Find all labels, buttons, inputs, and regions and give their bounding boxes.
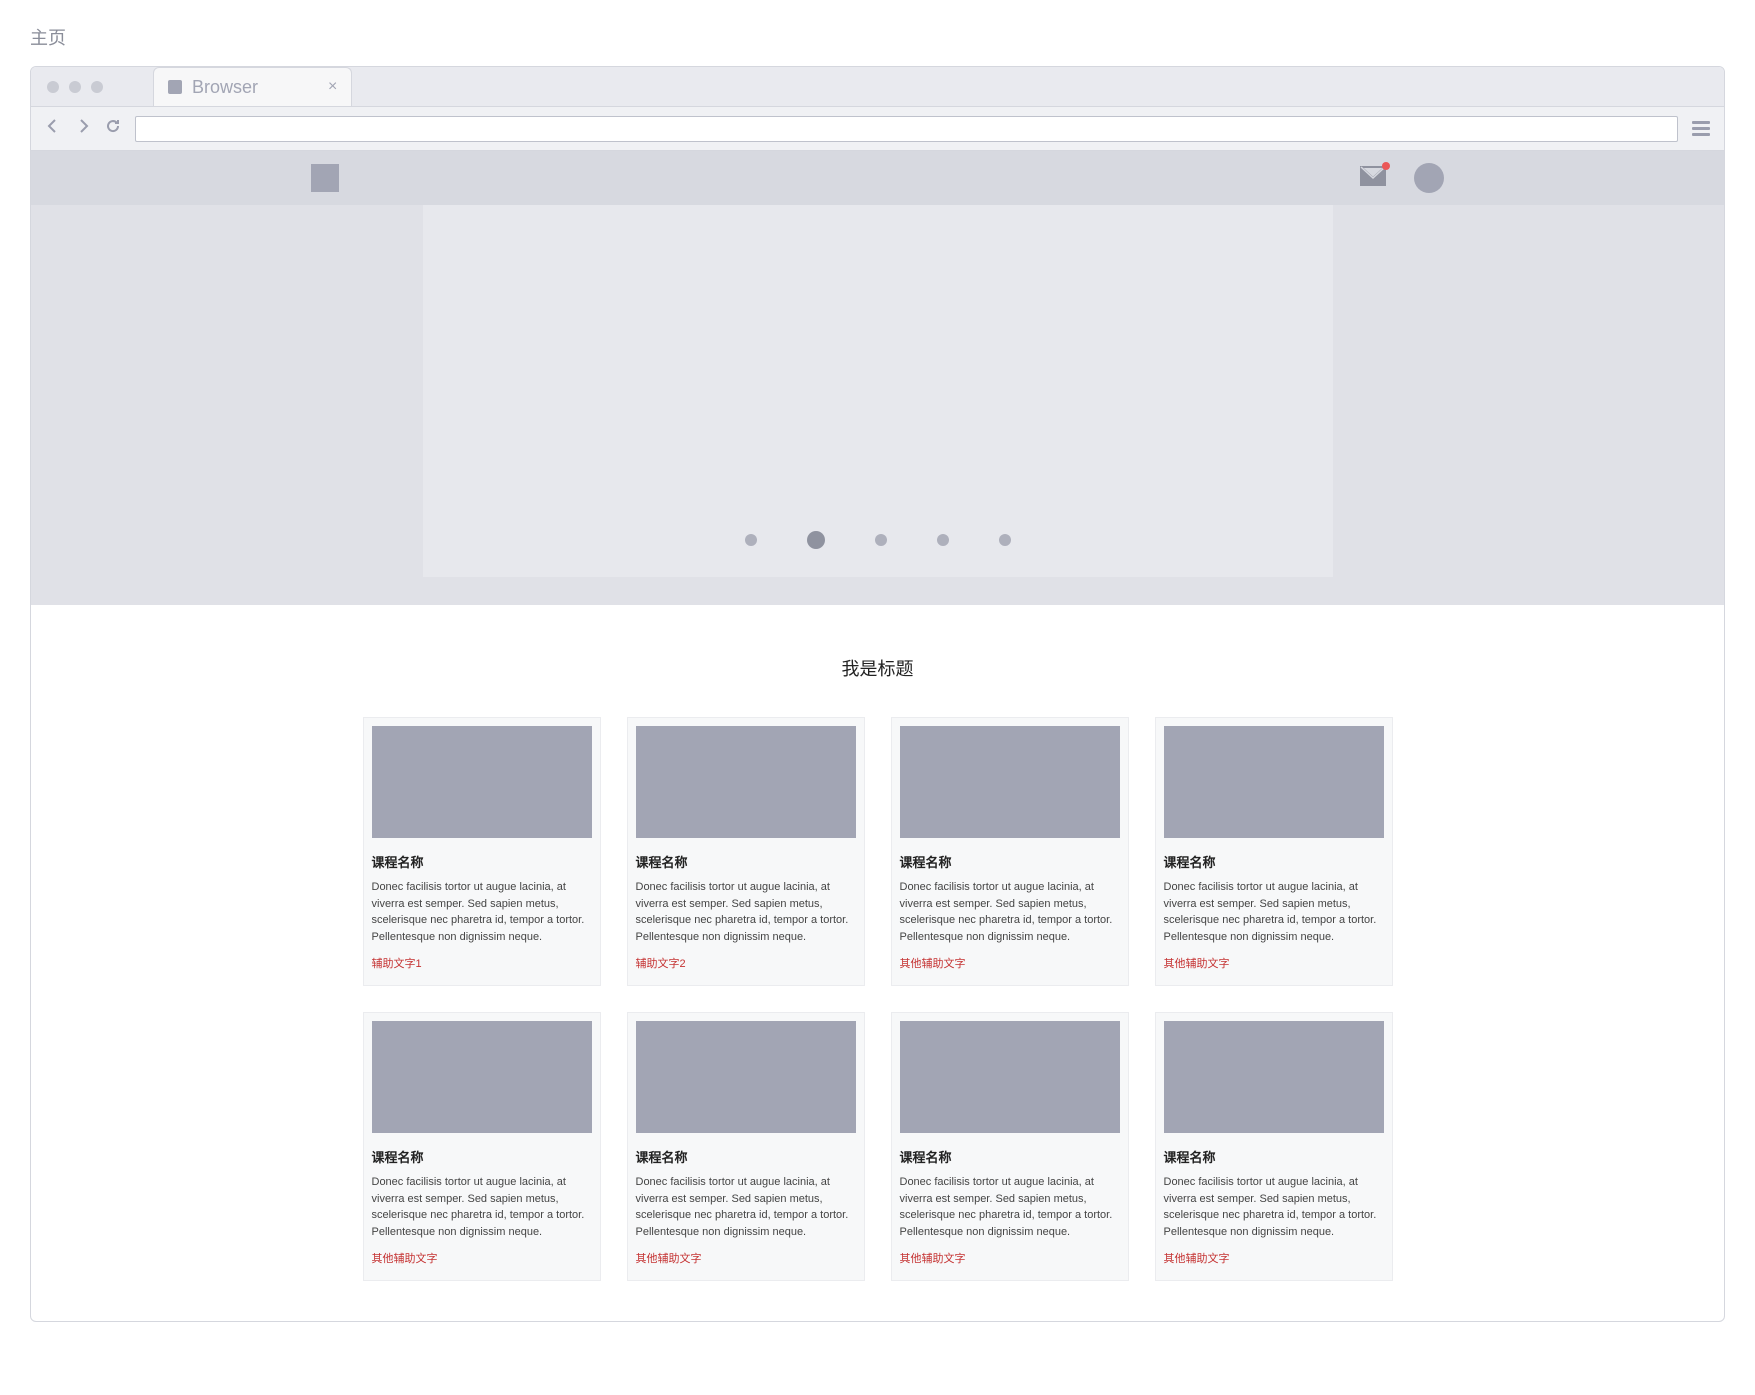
carousel-dot[interactable] — [937, 534, 949, 546]
course-card[interactable]: 课程名称 Donec facilisis tortor ut augue laci… — [891, 1012, 1129, 1281]
tab-close-icon[interactable]: × — [328, 78, 337, 96]
url-input[interactable] — [135, 116, 1678, 142]
hero-carousel — [31, 205, 1724, 605]
card-grid: 课程名称 Donec facilisis tortor ut augue laci… — [31, 717, 1724, 1321]
card-title: 课程名称 — [372, 1147, 592, 1166]
traffic-light-minimize[interactable] — [69, 81, 81, 93]
messages-button[interactable] — [1360, 166, 1386, 191]
course-card[interactable]: 课程名称 Donec facilisis tortor ut augue laci… — [363, 1012, 601, 1281]
back-button[interactable] — [45, 118, 61, 139]
card-description: Donec facilisis tortor ut augue lacinia,… — [372, 1174, 592, 1240]
card-image — [900, 1021, 1120, 1133]
browser-window: Browser × — [30, 66, 1725, 1322]
browser-toolbar — [31, 107, 1724, 151]
forward-button[interactable] — [75, 118, 91, 139]
reload-button[interactable] — [105, 118, 121, 139]
card-image — [1164, 726, 1384, 838]
course-card[interactable]: 课程名称 Donec facilisis tortor ut augue laci… — [1155, 1012, 1393, 1281]
card-image — [1164, 1021, 1384, 1133]
tab-favicon-icon — [168, 80, 182, 94]
header-right — [1360, 163, 1444, 193]
carousel-dot[interactable] — [875, 534, 887, 546]
card-footer: 其他辅助文字 — [1164, 1250, 1384, 1266]
card-title: 课程名称 — [636, 1147, 856, 1166]
avatar[interactable] — [1414, 163, 1444, 193]
envelope-icon — [1360, 166, 1386, 191]
card-description: Donec facilisis tortor ut augue lacinia,… — [900, 1174, 1120, 1240]
card-title: 课程名称 — [372, 852, 592, 871]
card-title: 课程名称 — [1164, 1147, 1384, 1166]
traffic-light-close[interactable] — [47, 81, 59, 93]
hero-slide — [423, 205, 1333, 577]
course-card[interactable]: 课程名称 Donec facilisis tortor ut augue laci… — [891, 717, 1129, 986]
carousel-dots — [745, 534, 1011, 549]
card-footer: 其他辅助文字 — [900, 1250, 1120, 1266]
course-card[interactable]: 课程名称 Donec facilisis tortor ut augue laci… — [627, 1012, 865, 1281]
title-bar: Browser × — [31, 67, 1724, 107]
card-title: 课程名称 — [1164, 852, 1384, 871]
card-footer: 辅助文字2 — [636, 955, 856, 971]
card-footer: 其他辅助文字 — [636, 1250, 856, 1266]
card-description: Donec facilisis tortor ut augue lacinia,… — [372, 879, 592, 945]
card-description: Donec facilisis tortor ut augue lacinia,… — [900, 879, 1120, 945]
carousel-dot[interactable] — [999, 534, 1011, 546]
traffic-light-maximize[interactable] — [91, 81, 103, 93]
card-footer: 其他辅助文字 — [1164, 955, 1384, 971]
menu-button[interactable] — [1692, 121, 1710, 136]
card-title: 课程名称 — [900, 852, 1120, 871]
card-description: Donec facilisis tortor ut augue lacinia,… — [1164, 1174, 1384, 1240]
card-footer: 其他辅助文字 — [900, 955, 1120, 971]
card-title: 课程名称 — [900, 1147, 1120, 1166]
tab-label: Browser — [192, 77, 258, 98]
course-card[interactable]: 课程名称 Donec facilisis tortor ut augue laci… — [363, 717, 601, 986]
card-image — [900, 726, 1120, 838]
course-card[interactable]: 课程名称 Donec facilisis tortor ut augue laci… — [1155, 717, 1393, 986]
card-description: Donec facilisis tortor ut augue lacinia,… — [636, 879, 856, 945]
carousel-dot[interactable] — [745, 534, 757, 546]
section-title: 我是标题 — [31, 605, 1724, 717]
card-image — [636, 1021, 856, 1133]
app-header — [31, 151, 1724, 205]
logo-icon[interactable] — [311, 164, 339, 192]
card-image — [372, 1021, 592, 1133]
card-image — [636, 726, 856, 838]
card-description: Donec facilisis tortor ut augue lacinia,… — [1164, 879, 1384, 945]
card-title: 课程名称 — [636, 852, 856, 871]
card-description: Donec facilisis tortor ut augue lacinia,… — [636, 1174, 856, 1240]
card-footer: 其他辅助文字 — [372, 1250, 592, 1266]
browser-tab[interactable]: Browser × — [153, 67, 352, 106]
page-label: 主页 — [0, 0, 1755, 66]
carousel-dot[interactable] — [807, 531, 825, 549]
notification-dot-icon — [1382, 162, 1390, 170]
card-footer: 辅助文字1 — [372, 955, 592, 971]
card-image — [372, 726, 592, 838]
course-card[interactable]: 课程名称 Donec facilisis tortor ut augue laci… — [627, 717, 865, 986]
